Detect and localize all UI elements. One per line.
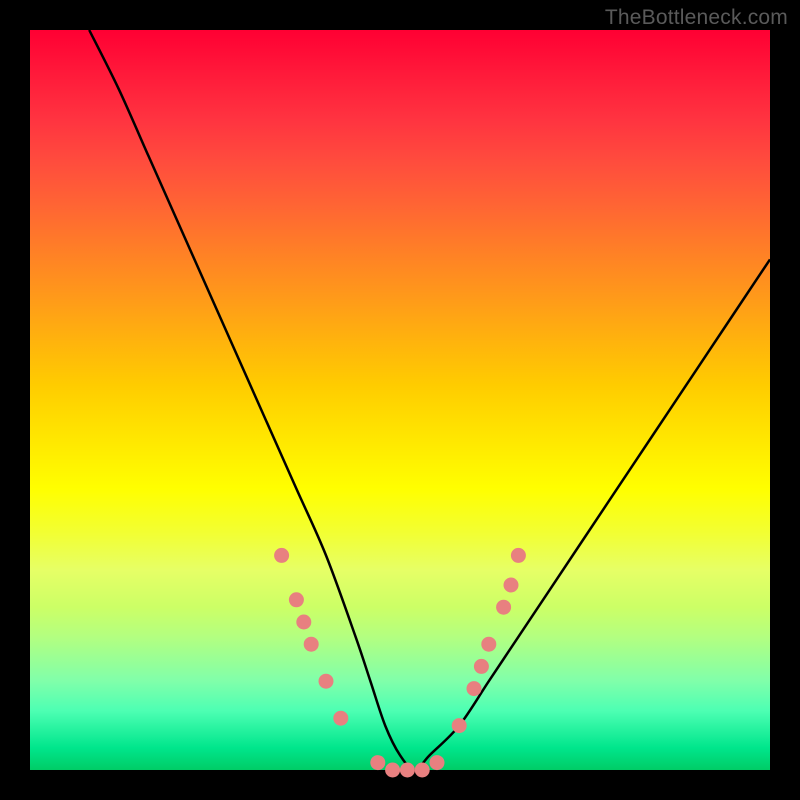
- curve-markers: [274, 548, 526, 778]
- curve-marker: [430, 755, 445, 770]
- curve-marker: [415, 763, 430, 778]
- watermark-text: TheBottleneck.com: [605, 6, 788, 30]
- curve-marker: [333, 711, 348, 726]
- plot-area: [30, 30, 770, 770]
- curve-marker: [496, 600, 511, 615]
- curve-marker: [504, 578, 519, 593]
- chart-frame: TheBottleneck.com: [0, 0, 800, 800]
- bottleneck-curve-svg: [30, 30, 770, 770]
- curve-marker: [370, 755, 385, 770]
- curve-marker: [452, 718, 467, 733]
- curve-marker: [274, 548, 289, 563]
- curve-marker: [511, 548, 526, 563]
- curve-marker: [467, 681, 482, 696]
- curve-marker: [319, 674, 334, 689]
- curve-marker: [481, 637, 496, 652]
- curve-marker: [385, 763, 400, 778]
- curve-marker: [474, 659, 489, 674]
- curve-marker: [304, 637, 319, 652]
- curve-marker: [400, 763, 415, 778]
- bottleneck-curve-path: [89, 30, 770, 770]
- curve-marker: [289, 592, 304, 607]
- curve-marker: [296, 615, 311, 630]
